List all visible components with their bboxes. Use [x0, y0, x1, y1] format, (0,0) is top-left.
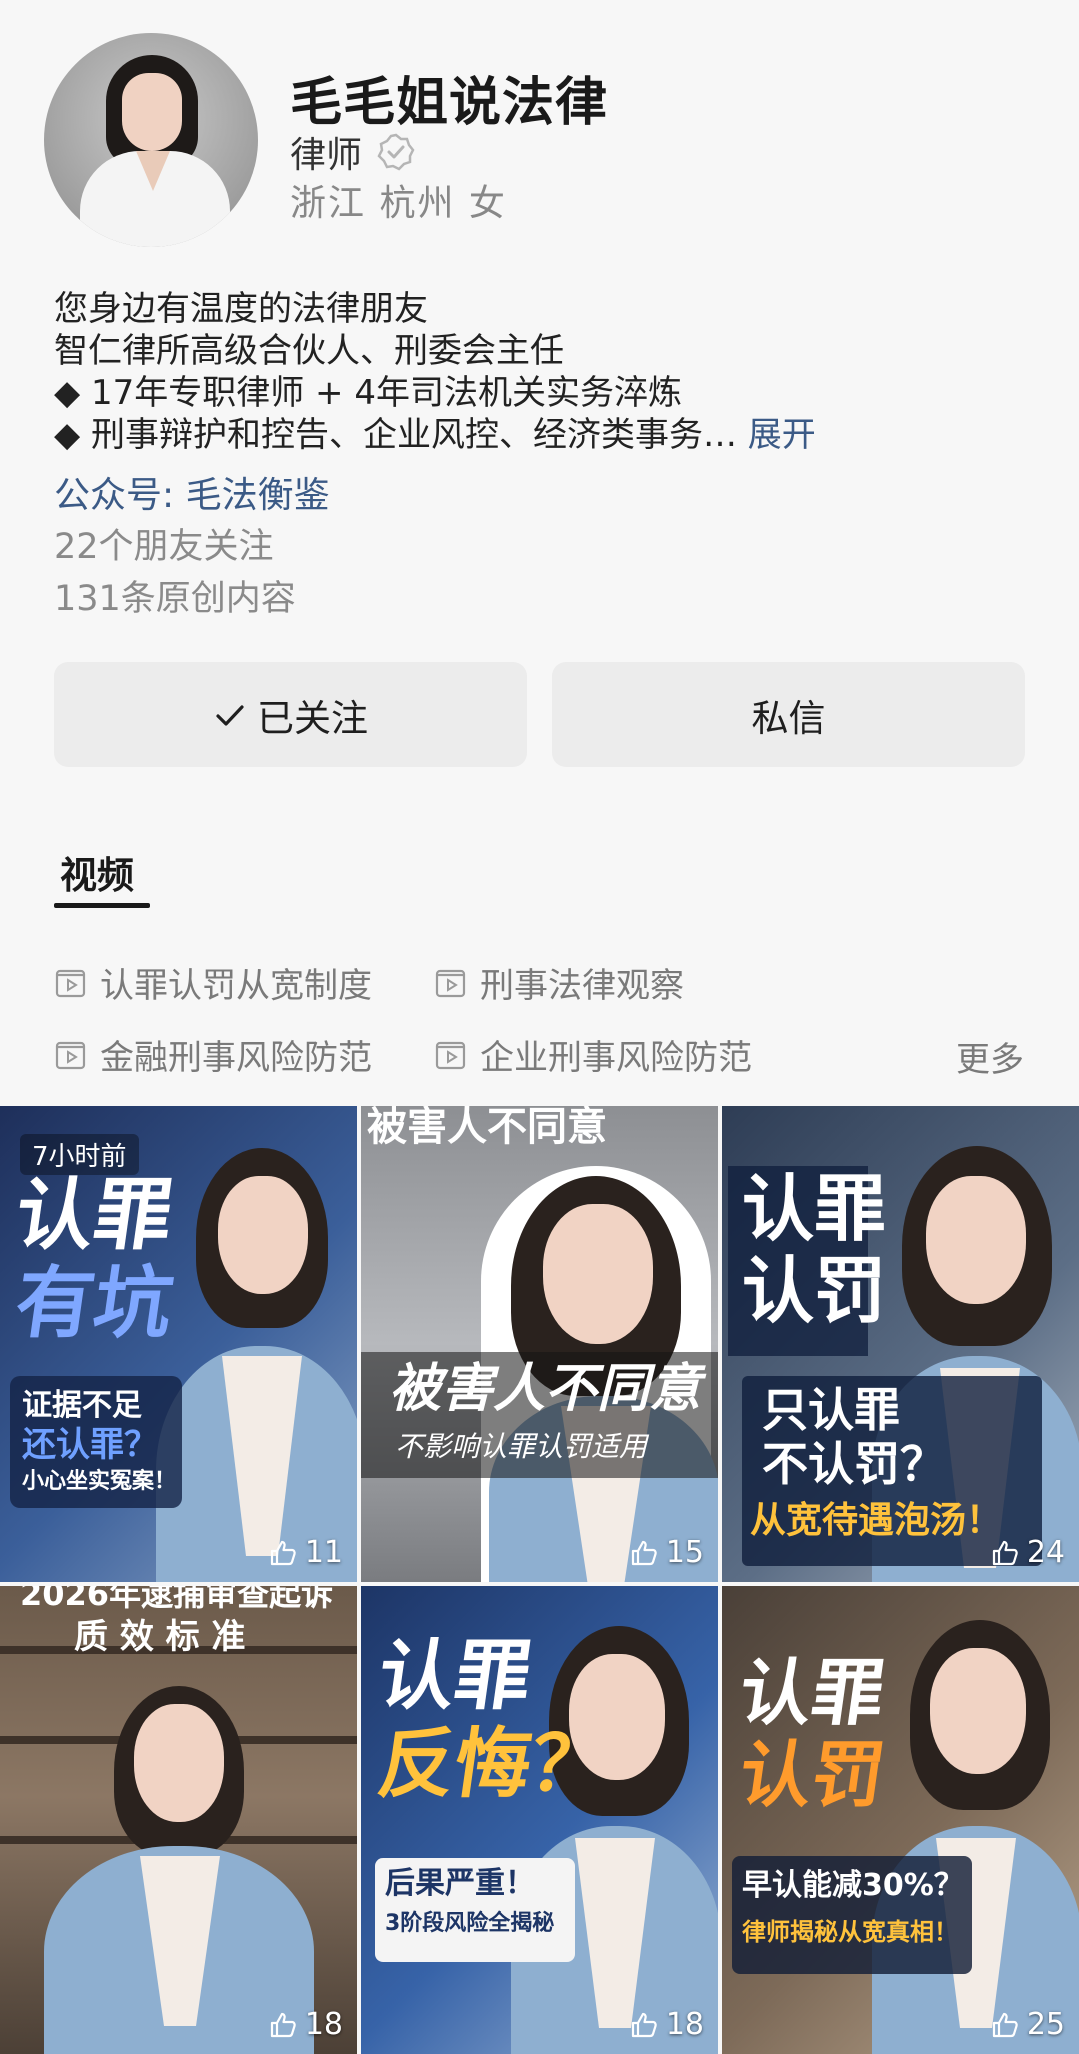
like-count-value: 25	[1026, 2007, 1065, 2042]
playlist-icon	[435, 1041, 466, 1069]
video-caption: 认罪	[734, 1651, 891, 1735]
profile-title: 律师	[290, 126, 416, 178]
video-caption: 认罚	[742, 1249, 887, 1333]
like-count-value: 18	[665, 2007, 704, 2042]
video-caption-top: 2026年逮捕审查起诉	[20, 1586, 334, 1613]
video-caption: 证据不足	[22, 1388, 142, 1423]
bio: 您身边有温度的法律朋友 智仁律所高级合伙人、刑委会主任 ◆ 17年专职律师 + …	[54, 288, 1044, 456]
video-thumbnail[interactable]: 被害人不同意 被害人不同意 不影响认罪认罚适用 15	[361, 1106, 718, 1582]
wechat-official-account[interactable]: 公众号: 毛法衡鉴	[54, 466, 330, 518]
profile-name: 毛毛姐说法律	[290, 73, 609, 133]
like-count: 11	[269, 1535, 343, 1570]
like-count-value: 18	[304, 2007, 343, 2042]
bio-line: ◆ 刑事辩护和控告、企业风控、经济类事务…	[54, 415, 737, 455]
video-thumbnail[interactable]: 7小时前 认罪 有坑 证据不足 还认罪？ 小心坐实冤案！ 11	[0, 1106, 357, 1582]
video-caption: 还认罪？	[22, 1425, 158, 1465]
like-count: 25	[991, 2007, 1065, 2042]
video-caption: 只认罪	[762, 1383, 900, 1437]
video-caption: 早认能减30%？	[742, 1868, 964, 1903]
playlist-icon	[55, 969, 86, 997]
profession-label: 律师	[290, 135, 363, 176]
video-caption: 认罚	[734, 1733, 891, 1817]
playlist-icon	[55, 1041, 86, 1069]
verified-badge-icon	[377, 133, 415, 171]
video-thumbnail[interactable]: 认罪 反悔？ 后果严重！ 3阶段风险全揭秘 18	[361, 1586, 718, 2054]
video-thumbnail[interactable]: 2026年逮捕审查起诉 质 效 标 准 18	[0, 1586, 357, 2054]
video-caption: 反悔？	[372, 1719, 614, 1808]
video-caption: 不认罚？	[762, 1437, 946, 1491]
collection-label: 认罪认罚从宽制度	[100, 966, 372, 1006]
playlist-icon	[435, 969, 466, 997]
thumbs-up-icon	[270, 1540, 296, 1565]
like-count: 15	[630, 1535, 704, 1570]
video-caption: 认罪	[742, 1167, 887, 1251]
message-label: 私信	[751, 696, 826, 740]
collection-label: 刑事法律观察	[480, 966, 684, 1006]
collection-item[interactable]: 刑事法律观察	[434, 958, 684, 1007]
like-count-value: 24	[1026, 1535, 1065, 1570]
collection-item[interactable]: 企业刑事风险防范	[434, 1030, 752, 1079]
location: 浙江 杭州 女	[290, 183, 507, 224]
video-caption: 被害人不同意	[389, 1359, 702, 1419]
tab-videos[interactable]: 视频	[60, 845, 134, 899]
thumbs-up-icon	[631, 2012, 657, 2037]
thumbs-up-icon	[992, 1540, 1018, 1565]
video-caption: 3阶段风险全揭秘	[385, 1911, 555, 1936]
video-thumbnail[interactable]: 认罪 认罚 早认能减30%？ 律师揭秘从宽真相！ 25	[722, 1586, 1079, 2054]
message-button[interactable]: 私信	[552, 662, 1025, 767]
video-caption: 认罪	[9, 1171, 179, 1261]
following-button[interactable]: 已关注	[54, 662, 527, 767]
video-caption: 律师揭秘从宽真相！	[742, 1918, 958, 1946]
like-count-value: 15	[665, 1535, 704, 1570]
friends-following[interactable]: 22个朋友关注	[54, 518, 274, 569]
video-caption: 不影响认罪认罚适用	[395, 1430, 648, 1463]
thumbs-up-icon	[270, 2012, 296, 2037]
bio-line-last: ◆ 刑事辩护和控告、企业风控、经济类事务… 展开	[54, 414, 1044, 456]
tab-active-indicator	[54, 903, 150, 908]
bio-line: 智仁律所高级合伙人、刑委会主任	[54, 331, 564, 371]
thumbs-up-icon	[631, 1540, 657, 1565]
original-content-count: 131条原创内容	[54, 579, 296, 619]
like-count-value: 11	[304, 1535, 343, 1570]
video-caption: 质 效 标 准	[74, 1617, 246, 1657]
like-count: 24	[991, 1535, 1065, 1570]
more-collections-link[interactable]: 更多	[956, 1032, 1024, 1081]
video-caption: 后果严重！	[385, 1866, 535, 1901]
video-caption-top: 被害人不同意	[367, 1106, 607, 1150]
video-caption: 小心坐实冤案！	[22, 1469, 177, 1494]
video-grid: 7小时前 认罪 有坑 证据不足 还认罪？ 小心坐实冤案！ 11 被害人不同意 被…	[0, 1106, 1079, 2054]
post-time: 7小时前	[20, 1134, 139, 1175]
video-thumbnail[interactable]: 认罪 认罚 只认罪 不认罚？ 从宽待遇泡汤！ 24	[722, 1106, 1079, 1582]
expand-link[interactable]: 展开	[748, 415, 816, 455]
video-caption: 从宽待遇泡汤！	[750, 1500, 1003, 1541]
collection-item[interactable]: 金融刑事风险防范	[54, 1030, 372, 1079]
like-count: 18	[269, 2007, 343, 2042]
collection-item[interactable]: 认罪认罚从宽制度	[54, 958, 372, 1007]
following-label: 已关注	[257, 696, 368, 740]
check-icon	[216, 704, 244, 726]
collection-label: 企业刑事风险防范	[480, 1038, 752, 1078]
bio-line: 您身边有温度的法律朋友	[54, 289, 428, 329]
avatar[interactable]	[44, 33, 258, 247]
like-count: 18	[630, 2007, 704, 2042]
video-caption: 认罪	[372, 1631, 538, 1720]
thumbs-up-icon	[992, 2012, 1018, 2037]
video-caption: 有坑	[9, 1259, 179, 1349]
collection-label: 金融刑事风险防范	[100, 1038, 372, 1078]
bio-line: ◆ 17年专职律师 + 4年司法机关实务淬炼	[54, 373, 682, 413]
